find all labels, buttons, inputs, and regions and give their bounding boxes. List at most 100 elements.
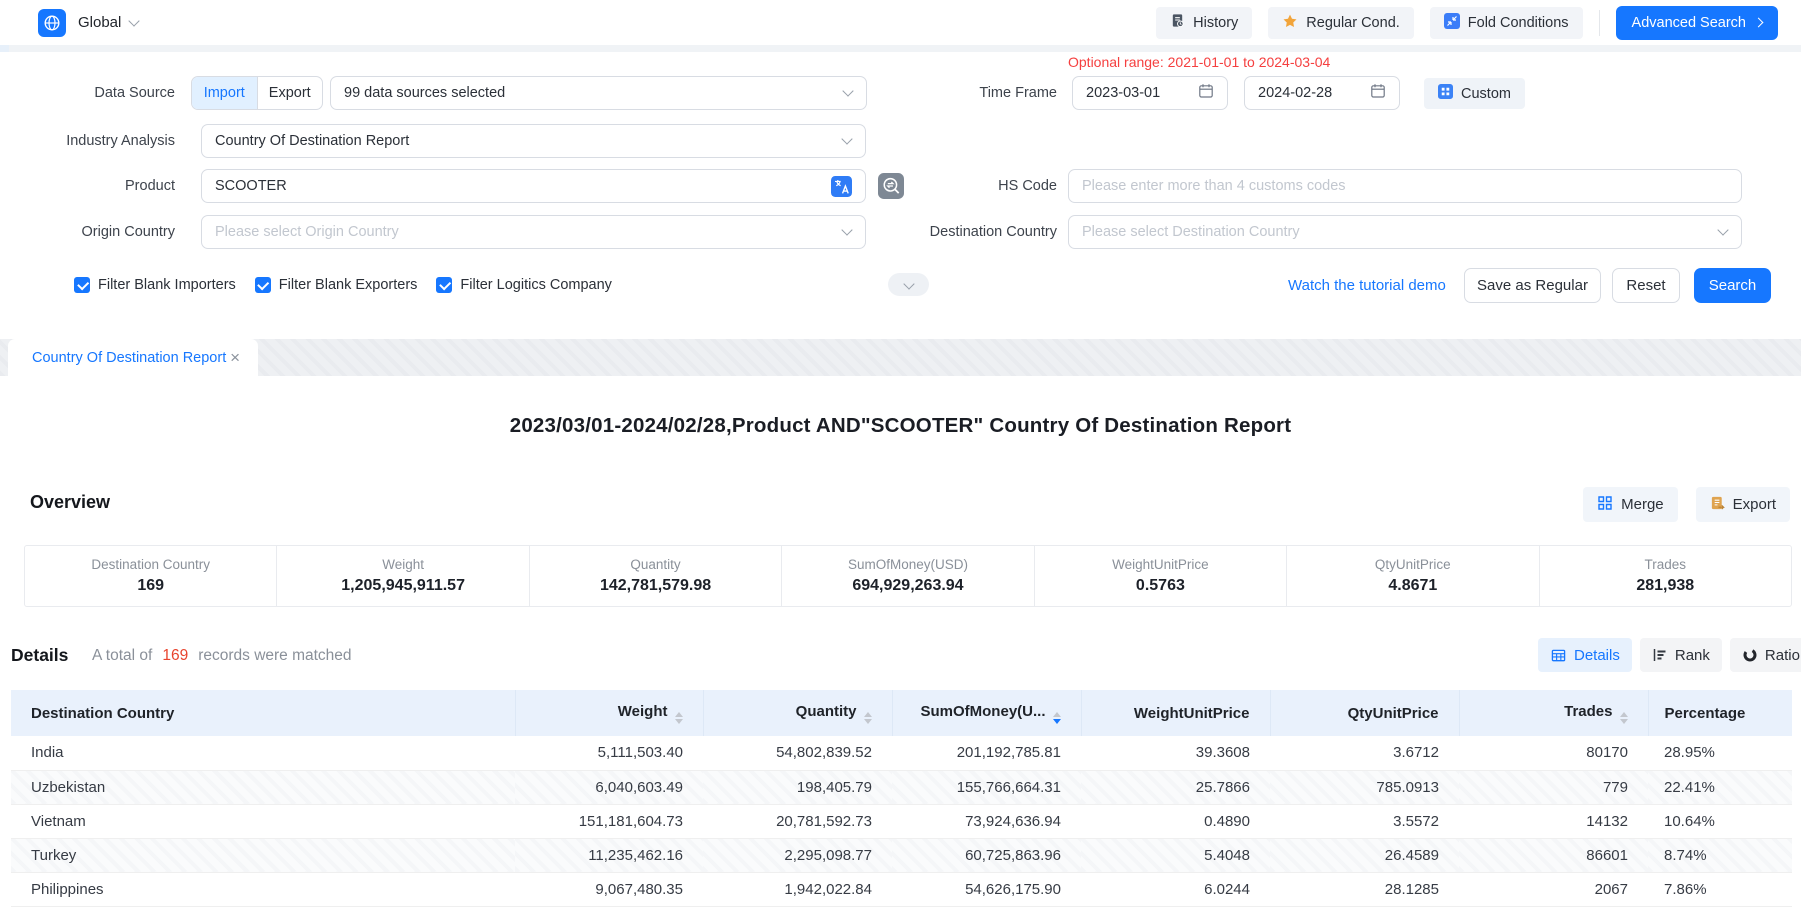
table-row[interactable]: Uzbekistan6,040,603.49198,405.79155,766,… (11, 770, 1792, 804)
origin-country-placeholder: Please select Origin Country (215, 224, 399, 240)
tutorial-link[interactable]: Watch the tutorial demo (1288, 277, 1446, 294)
overview-actions: Merge Export (1583, 487, 1790, 522)
view-label: Details (1574, 647, 1620, 664)
value-cell: 54,802,839.52 (703, 736, 892, 770)
fold-conditions-button[interactable]: Fold Conditions (1430, 7, 1583, 39)
calendar-icon (1198, 83, 1214, 103)
checkbox-icon[interactable] (74, 277, 90, 293)
stat-label: WeightUnitPrice (1112, 557, 1209, 572)
details-view-icon (1550, 648, 1567, 663)
date-end-picker[interactable]: 2024-02-28 (1244, 76, 1400, 110)
overview-stat: QtyUnitPrice4.8671 (1286, 546, 1538, 606)
star-icon (1282, 13, 1298, 33)
value-cell: 0.4890 (1081, 804, 1270, 838)
column-header-quantity[interactable]: Quantity (703, 690, 892, 736)
data-source-label: Data Source (0, 76, 175, 110)
optional-range-hint: Optional range: 2021-01-01 to 2024-03-04 (1068, 54, 1330, 70)
merge-icon (1597, 495, 1613, 515)
value-cell: 25.7866 (1081, 770, 1270, 804)
country-cell: Turkey (11, 838, 515, 872)
industry-analysis-select[interactable]: Country Of Destination Report (201, 124, 866, 158)
search-button[interactable]: Search (1694, 268, 1771, 303)
checkbox-icon[interactable] (255, 277, 271, 293)
view-details-button[interactable]: Details (1538, 638, 1632, 672)
filter-row: Filter Blank Importers Filter Blank Expor… (74, 277, 612, 293)
column-header-percentage: Percentage (1648, 690, 1792, 736)
import-tab[interactable]: Import (192, 77, 257, 109)
column-header-sumofmoney-u-[interactable]: SumOfMoney(U... (892, 690, 1081, 736)
region-label: Global (78, 14, 121, 31)
sort-icon[interactable] (864, 712, 872, 724)
column-label: Percentage (1665, 705, 1746, 722)
advanced-search-button[interactable]: Advanced Search (1616, 6, 1778, 40)
filter-label: Filter Logitics Company (460, 277, 612, 293)
column-header-weight[interactable]: Weight (515, 690, 703, 736)
filter-checkbox-item[interactable]: Filter Blank Importers (74, 277, 236, 293)
calendar-icon (1370, 83, 1386, 103)
data-sources-select[interactable]: 99 data sources selected (330, 76, 867, 110)
date-start-picker[interactable]: 2023-03-01 (1072, 76, 1228, 110)
country-cell: India (11, 736, 515, 770)
origin-country-select[interactable]: Please select Origin Country (201, 215, 866, 249)
custom-range-button[interactable]: Custom (1424, 78, 1525, 109)
table-row[interactable]: India5,111,503.4054,802,839.52201,192,78… (11, 736, 1792, 770)
details-heading: Details (11, 645, 68, 666)
column-label: SumOfMoney(U... (920, 703, 1045, 720)
table-row[interactable]: Philippines9,067,480.351,942,022.8454,62… (11, 872, 1792, 906)
collapse-conditions-button[interactable] (888, 273, 929, 296)
history-button[interactable]: History (1156, 7, 1252, 39)
hs-code-input[interactable] (1082, 178, 1728, 194)
country-cell: Uzbekistan (11, 770, 515, 804)
sort-icon[interactable] (1053, 712, 1061, 724)
advanced-search-label: Advanced Search (1632, 15, 1746, 31)
table-row[interactable]: Vietnam151,181,604.7320,781,592.7373,924… (11, 804, 1792, 838)
sort-icon[interactable] (675, 712, 683, 724)
product-field (201, 169, 866, 203)
value-cell: 86601 (1459, 838, 1648, 872)
overview-stat: SumOfMoney(USD)694,929,263.94 (781, 546, 1033, 606)
data-source-segment: Import Export (191, 76, 323, 110)
chevron-down-icon (129, 15, 140, 26)
table-row[interactable]: Turkey11,235,462.162,295,098.7760,725,86… (11, 838, 1792, 872)
checkbox-icon[interactable] (436, 277, 452, 293)
value-cell: 9,067,480.35 (515, 872, 703, 906)
stat-label: Quantity (630, 557, 680, 572)
tab-country-of-destination-report[interactable]: Country Of Destination Report (8, 339, 258, 376)
industry-analysis-value: Country Of Destination Report (215, 133, 409, 149)
value-cell: 39.3608 (1081, 736, 1270, 770)
column-label: Trades (1564, 703, 1612, 720)
filter-checkbox-item[interactable]: Filter Blank Exporters (255, 277, 418, 293)
export-button[interactable]: Export (1696, 487, 1790, 522)
value-cell: 5,111,503.40 (515, 736, 703, 770)
column-header-trades[interactable]: Trades (1459, 690, 1648, 736)
close-icon[interactable] (230, 349, 240, 366)
filter-checkbox-item[interactable]: Filter Logitics Company (436, 277, 612, 293)
value-cell: 779 (1459, 770, 1648, 804)
reset-button[interactable]: Reset (1612, 268, 1680, 303)
save-as-regular-button[interactable]: Save as Regular (1464, 268, 1601, 303)
product-input[interactable] (215, 178, 831, 194)
region-selector[interactable]: Global (78, 14, 138, 31)
overview-stat: Trades281,938 (1539, 546, 1791, 606)
trade-data-app: Global History Regular Cond. Fold Condit… (0, 0, 1801, 903)
tab-label: Country Of Destination Report (32, 350, 230, 366)
sort-icon[interactable] (1620, 712, 1628, 724)
origin-country-label: Origin Country (0, 215, 175, 249)
merge-button[interactable]: Merge (1583, 487, 1678, 522)
value-cell: 20,781,592.73 (703, 804, 892, 838)
caret-up-icon (1620, 712, 1628, 717)
destination-country-select[interactable]: Please select Destination Country (1068, 215, 1742, 249)
history-icon (1170, 13, 1185, 32)
view-ratio-button[interactable]: Ratio (1730, 638, 1801, 672)
view-rank-button[interactable]: Rank (1640, 638, 1722, 672)
details-table: Destination CountryWeightQuantitySumOfMo… (11, 690, 1792, 907)
history-label: History (1193, 15, 1238, 31)
value-cell: 6.0244 (1081, 872, 1270, 906)
export-tab[interactable]: Export (257, 77, 323, 109)
translate-icon[interactable] (831, 176, 852, 197)
caret-down-icon (864, 719, 872, 724)
regular-cond-button[interactable]: Regular Cond. (1268, 7, 1414, 39)
column-label: WeightUnitPrice (1134, 705, 1250, 722)
caret-up-icon (675, 712, 683, 717)
globe-icon (38, 9, 66, 37)
